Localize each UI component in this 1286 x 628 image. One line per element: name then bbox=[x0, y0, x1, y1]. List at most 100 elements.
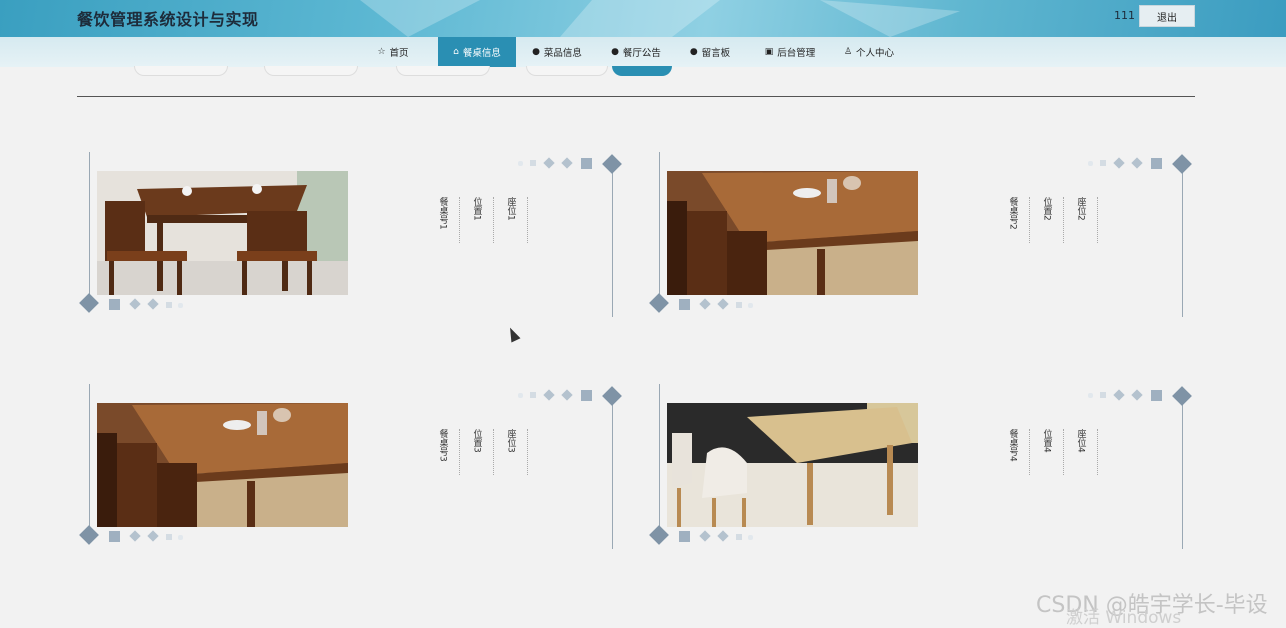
table-position-text: 位置4 bbox=[1041, 429, 1052, 453]
diamond-deco bbox=[1172, 154, 1192, 174]
dot-deco bbox=[530, 392, 536, 398]
square-deco bbox=[581, 158, 592, 169]
nav-admin[interactable]: ▣ 后台管理 bbox=[757, 37, 823, 67]
briefcase-icon: ▣ bbox=[764, 47, 774, 57]
card-line bbox=[1182, 162, 1183, 317]
question-circle-icon: ● bbox=[611, 47, 619, 57]
square-deco bbox=[1151, 390, 1162, 401]
filter-pill[interactable] bbox=[396, 66, 490, 76]
username: 111 bbox=[1114, 9, 1135, 22]
card-line bbox=[659, 384, 660, 534]
table-seats: 座位4 bbox=[1064, 429, 1098, 475]
table-number-text: 餐桌号1 bbox=[437, 197, 448, 230]
table-card[interactable]: 餐桌号1 位置1 座位1 bbox=[77, 152, 622, 327]
square-deco bbox=[581, 390, 592, 401]
table-seats: 座位3 bbox=[494, 429, 528, 475]
nav-notices[interactable]: ● 餐厅公告 bbox=[603, 37, 669, 67]
table-card[interactable]: 餐桌号2 位置2 座位2 bbox=[647, 152, 1192, 327]
table-position-text: 位置3 bbox=[471, 429, 482, 453]
nav-messages-label: 留言板 bbox=[701, 48, 731, 59]
diamond-deco bbox=[561, 389, 573, 401]
app-title: 餐饮管理系统设计与实现 bbox=[77, 10, 259, 29]
diamond-deco bbox=[649, 293, 669, 313]
divider bbox=[77, 96, 1195, 97]
table-seats: 座位1 bbox=[494, 197, 528, 243]
diamond-deco bbox=[1113, 157, 1125, 169]
dot-deco bbox=[530, 160, 536, 166]
diamond-deco bbox=[602, 386, 622, 406]
table-number: 餐桌号4 bbox=[996, 429, 1030, 475]
diamond-deco bbox=[129, 298, 141, 310]
dot-deco bbox=[178, 303, 183, 308]
nav-dishes[interactable]: ● 菜品信息 bbox=[524, 37, 590, 67]
dot-deco bbox=[166, 302, 172, 308]
nav-home-label: 首页 bbox=[389, 48, 409, 59]
table-card[interactable]: 餐桌号3 位置3 座位3 bbox=[77, 384, 622, 559]
card-line bbox=[659, 152, 660, 302]
diamond-deco bbox=[1131, 157, 1143, 169]
table-number: 餐桌号3 bbox=[426, 429, 460, 475]
table-seats-text: 座位4 bbox=[1075, 429, 1086, 453]
table-photo[interactable] bbox=[667, 403, 918, 527]
diamond-deco bbox=[147, 298, 159, 310]
card-line bbox=[89, 152, 90, 302]
diamond-deco bbox=[79, 293, 99, 313]
dot-deco bbox=[748, 535, 753, 540]
diamond-deco bbox=[699, 530, 711, 542]
filter-pill[interactable] bbox=[264, 66, 358, 76]
table-number: 餐桌号1 bbox=[426, 197, 460, 243]
diamond-deco bbox=[543, 157, 555, 169]
nav-profile[interactable]: ♙ 个人中心 bbox=[836, 37, 902, 67]
diamond-deco bbox=[147, 530, 159, 542]
square-deco bbox=[1151, 158, 1162, 169]
card-line bbox=[612, 162, 613, 317]
diamond-deco bbox=[602, 154, 622, 174]
dot-deco bbox=[1088, 393, 1093, 398]
table-photo[interactable] bbox=[97, 403, 348, 527]
bag-icon: ⌂ bbox=[453, 47, 459, 57]
diamond-deco bbox=[1113, 389, 1125, 401]
table-position-text: 位置2 bbox=[1041, 197, 1052, 221]
nav-home[interactable]: ☆ 首页 bbox=[364, 37, 422, 67]
square-deco bbox=[679, 299, 690, 310]
filter-pill[interactable] bbox=[526, 66, 608, 76]
dot-deco bbox=[166, 534, 172, 540]
table-info: 餐桌号3 位置3 座位3 bbox=[426, 429, 528, 475]
diamond-deco bbox=[561, 157, 573, 169]
table-photo[interactable] bbox=[97, 171, 348, 295]
table-info: 餐桌号2 位置2 座位2 bbox=[996, 197, 1098, 243]
table-position: 位置1 bbox=[460, 197, 494, 243]
mouse-cursor bbox=[505, 325, 521, 343]
diamond-deco bbox=[649, 525, 669, 545]
diamond-deco bbox=[543, 389, 555, 401]
nav-messages[interactable]: ● 留言板 bbox=[682, 37, 738, 67]
windows-activation-watermark: 激活 Windows bbox=[1066, 608, 1182, 628]
table-seats-text: 座位2 bbox=[1075, 197, 1086, 221]
table-seats-text: 座位3 bbox=[505, 429, 516, 453]
diamond-deco bbox=[717, 298, 729, 310]
nav-tables[interactable]: ⌂ 餐桌信息 bbox=[438, 37, 516, 67]
table-photo[interactable] bbox=[667, 171, 918, 295]
nav-tables-label: 餐桌信息 bbox=[462, 48, 501, 59]
dot-deco bbox=[178, 535, 183, 540]
diamond-deco bbox=[79, 525, 99, 545]
table-position: 位置2 bbox=[1030, 197, 1064, 243]
table-info: 餐桌号1 位置1 座位1 bbox=[426, 197, 528, 243]
logout-button[interactable]: 退出 bbox=[1139, 5, 1195, 27]
filter-pill[interactable] bbox=[134, 66, 228, 76]
table-info: 餐桌号4 位置4 座位4 bbox=[996, 429, 1098, 475]
card-line bbox=[89, 384, 90, 534]
table-number: 餐桌号2 bbox=[996, 197, 1030, 243]
diamond-deco bbox=[1172, 386, 1192, 406]
dot-deco bbox=[518, 393, 523, 398]
dot-deco bbox=[1088, 161, 1093, 166]
table-position-text: 位置1 bbox=[471, 197, 482, 221]
table-number-text: 餐桌号3 bbox=[437, 429, 448, 462]
info-circle-icon: ● bbox=[532, 47, 540, 57]
nav-dishes-label: 菜品信息 bbox=[543, 48, 582, 59]
search-pill[interactable] bbox=[612, 66, 672, 76]
nav-profile-label: 个人中心 bbox=[856, 48, 895, 59]
table-card[interactable]: 餐桌号4 位置4 座位4 bbox=[647, 384, 1192, 559]
table-position: 位置3 bbox=[460, 429, 494, 475]
diamond-deco bbox=[129, 530, 141, 542]
